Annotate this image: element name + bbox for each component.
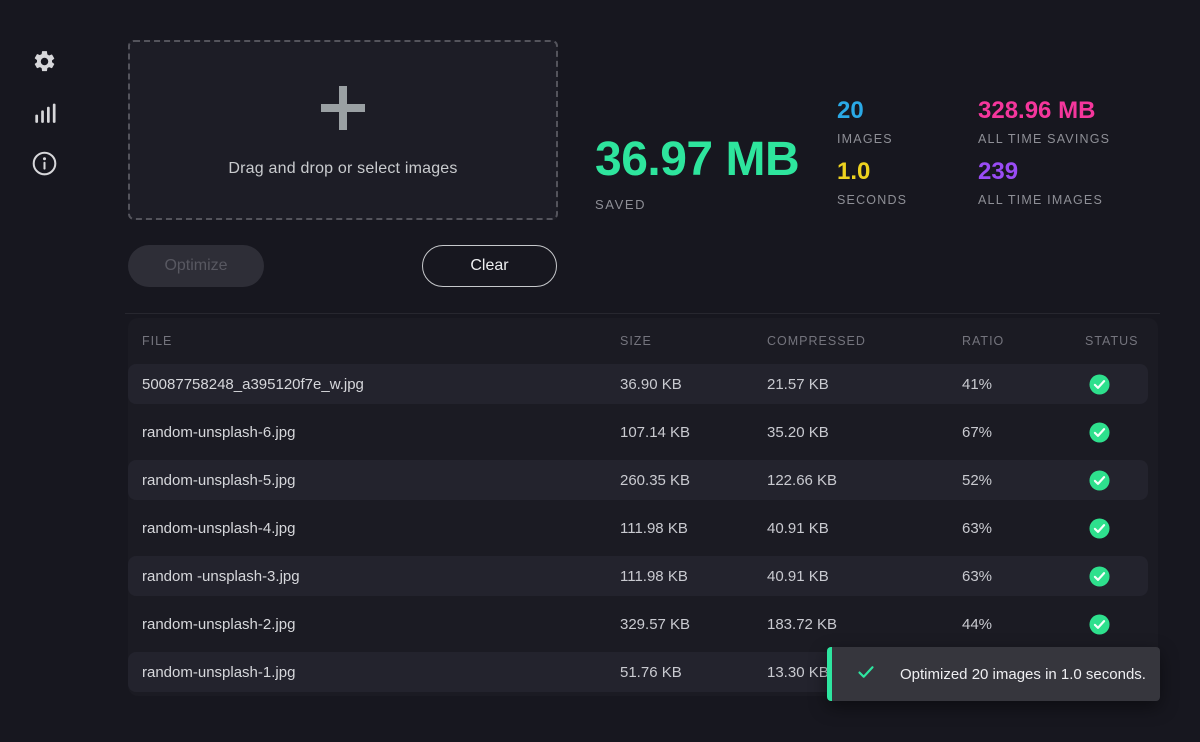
images-count-label: IMAGES: [837, 132, 907, 146]
header-status: STATUS: [1085, 334, 1148, 348]
results-table: FILE SIZE COMPRESSED RATIO STATUS 500877…: [128, 318, 1158, 696]
header-ratio: RATIO: [962, 334, 1085, 348]
size-cell: 329.57 KB: [620, 616, 767, 633]
seconds-label: SECONDS: [837, 193, 907, 207]
saved-stat: 36.97 MB SAVED: [595, 136, 799, 212]
size-cell: 36.90 KB: [620, 376, 767, 393]
status-cell: [1085, 374, 1148, 395]
dropzone-label: Drag and drop or select images: [228, 160, 457, 178]
clear-button[interactable]: Clear: [422, 245, 557, 287]
file-cell: 50087758248_a395120f7e_w.jpg: [142, 376, 620, 393]
table-body: 50087758248_a395120f7e_w.jpg 36.90 KB 21…: [128, 364, 1158, 692]
status-cell: [1085, 614, 1148, 635]
table-row: random-unsplash-4.jpg 111.98 KB 40.91 KB…: [128, 508, 1148, 548]
statistics-button[interactable]: [31, 99, 57, 125]
file-cell: random -unsplash-3.jpg: [142, 568, 620, 585]
header-compressed: COMPRESSED: [767, 334, 962, 348]
sidebar: [0, 0, 88, 742]
file-cell: random-unsplash-5.jpg: [142, 472, 620, 489]
status-cell: [1085, 518, 1148, 539]
all-time-images-label: ALL TIME IMAGES: [978, 193, 1110, 207]
header-file: FILE: [142, 334, 620, 348]
seconds-value: 1.0: [837, 160, 907, 184]
table-row: 50087758248_a395120f7e_w.jpg 36.90 KB 21…: [128, 364, 1148, 404]
compressed-cell: 40.91 KB: [767, 520, 962, 537]
optimize-button[interactable]: Optimize: [128, 245, 264, 287]
status-check-icon: [1089, 566, 1110, 587]
compressed-cell: 35.20 KB: [767, 424, 962, 441]
saved-value: 36.97 MB: [595, 136, 799, 184]
size-cell: 260.35 KB: [620, 472, 767, 489]
images-count-value: 20: [837, 99, 907, 123]
compressed-cell: 122.66 KB: [767, 472, 962, 489]
table-row: random-unsplash-5.jpg 260.35 KB 122.66 K…: [128, 460, 1148, 500]
all-time-images-value: 239: [978, 160, 1110, 184]
status-cell: [1085, 422, 1148, 443]
table-row: random-unsplash-6.jpg 107.14 KB 35.20 KB…: [128, 412, 1148, 452]
image-optimizer-app: Drag and drop or select images Optimize …: [0, 0, 1200, 742]
saved-label: SAVED: [595, 197, 799, 212]
info-icon: [31, 150, 58, 177]
size-cell: 111.98 KB: [620, 568, 767, 585]
table-row: random -unsplash-3.jpg 111.98 KB 40.91 K…: [128, 556, 1148, 596]
size-cell: 107.14 KB: [620, 424, 767, 441]
table-row: random-unsplash-2.jpg 329.57 KB 183.72 K…: [128, 604, 1148, 644]
divider: [125, 313, 1160, 314]
toast-message: Optimized 20 images in 1.0 seconds.: [900, 666, 1146, 683]
gear-icon: [32, 49, 57, 74]
compressed-cell: 183.72 KB: [767, 616, 962, 633]
ratio-cell: 63%: [962, 520, 1085, 537]
toast-check-icon: [856, 662, 876, 687]
ratio-cell: 52%: [962, 472, 1085, 489]
status-check-icon: [1089, 518, 1110, 539]
ratio-cell: 67%: [962, 424, 1085, 441]
ratio-cell: 44%: [962, 616, 1085, 633]
file-cell: random-unsplash-6.jpg: [142, 424, 620, 441]
status-check-icon: [1089, 614, 1110, 635]
status-cell: [1085, 566, 1148, 587]
compressed-cell: 40.91 KB: [767, 568, 962, 585]
toast-notification[interactable]: Optimized 20 images in 1.0 seconds.: [827, 647, 1160, 701]
status-check-icon: [1089, 422, 1110, 443]
file-cell: random-unsplash-4.jpg: [142, 520, 620, 537]
ratio-cell: 63%: [962, 568, 1085, 585]
size-cell: 51.76 KB: [620, 664, 767, 681]
ratio-cell: 41%: [962, 376, 1085, 393]
plus-icon: [318, 83, 368, 138]
size-cell: 111.98 KB: [620, 520, 767, 537]
status-cell: [1085, 470, 1148, 491]
all-time-stats: 328.96 MB ALL TIME SAVINGS 239 ALL TIME …: [978, 99, 1110, 221]
about-button[interactable]: [31, 150, 57, 176]
table-header: FILE SIZE COMPRESSED RATIO STATUS: [128, 318, 1148, 364]
file-cell: random-unsplash-1.jpg: [142, 664, 620, 681]
file-cell: random-unsplash-2.jpg: [142, 616, 620, 633]
all-time-savings-label: ALL TIME SAVINGS: [978, 132, 1110, 146]
settings-button[interactable]: [31, 48, 57, 74]
dropzone[interactable]: Drag and drop or select images: [128, 40, 558, 220]
compressed-cell: 21.57 KB: [767, 376, 962, 393]
header-size: SIZE: [620, 334, 767, 348]
all-time-savings-value: 328.96 MB: [978, 99, 1110, 123]
status-check-icon: [1089, 374, 1110, 395]
session-stats: 20 IMAGES 1.0 SECONDS: [837, 99, 907, 221]
bar-chart-icon: [32, 100, 57, 125]
status-check-icon: [1089, 470, 1110, 491]
